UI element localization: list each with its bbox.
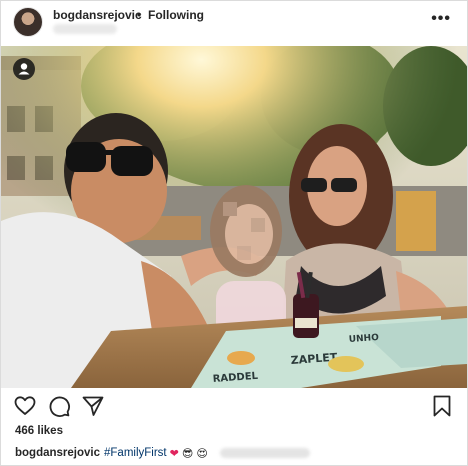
- likes-count[interactable]: 466 likes: [15, 425, 63, 437]
- separator-dot: •: [137, 8, 142, 22]
- bookmark-icon[interactable]: [431, 394, 453, 418]
- post-header: bogdansrejovic • Following •••: [1, 1, 467, 45]
- sunglasses-emoji: 😎: [181, 446, 194, 460]
- caption-hashtag[interactable]: #FamilyFirst: [104, 447, 167, 459]
- action-bar: [1, 394, 467, 420]
- caption-username[interactable]: bogdansrejovic: [15, 447, 100, 459]
- heart-icon[interactable]: [13, 394, 37, 418]
- user-tag-icon[interactable]: [13, 58, 35, 80]
- heart-eyes-emoji: 😍: [196, 446, 208, 460]
- heart-emoji: ❤: [169, 446, 179, 460]
- photo-scene: ZAPLET UNHO RADDEL: [1, 46, 467, 388]
- instagram-post: bogdansrejovic • Following ••• ZAPLET UN…: [0, 0, 468, 466]
- comment-icon[interactable]: [47, 394, 71, 418]
- post-image[interactable]: ZAPLET UNHO RADDEL: [1, 46, 467, 388]
- author-username[interactable]: bogdansrejovic: [53, 8, 142, 22]
- location-link[interactable]: [53, 24, 117, 34]
- avatar[interactable]: [13, 7, 43, 37]
- caption-redacted: [219, 448, 310, 458]
- more-options-icon[interactable]: •••: [431, 10, 451, 28]
- menu-sign-text: UNHO: [349, 333, 380, 345]
- share-icon[interactable]: [81, 394, 105, 418]
- following-button[interactable]: Following: [148, 8, 204, 22]
- caption: bogdansrejovic #FamilyFirst ❤ 😎 😍: [15, 445, 310, 461]
